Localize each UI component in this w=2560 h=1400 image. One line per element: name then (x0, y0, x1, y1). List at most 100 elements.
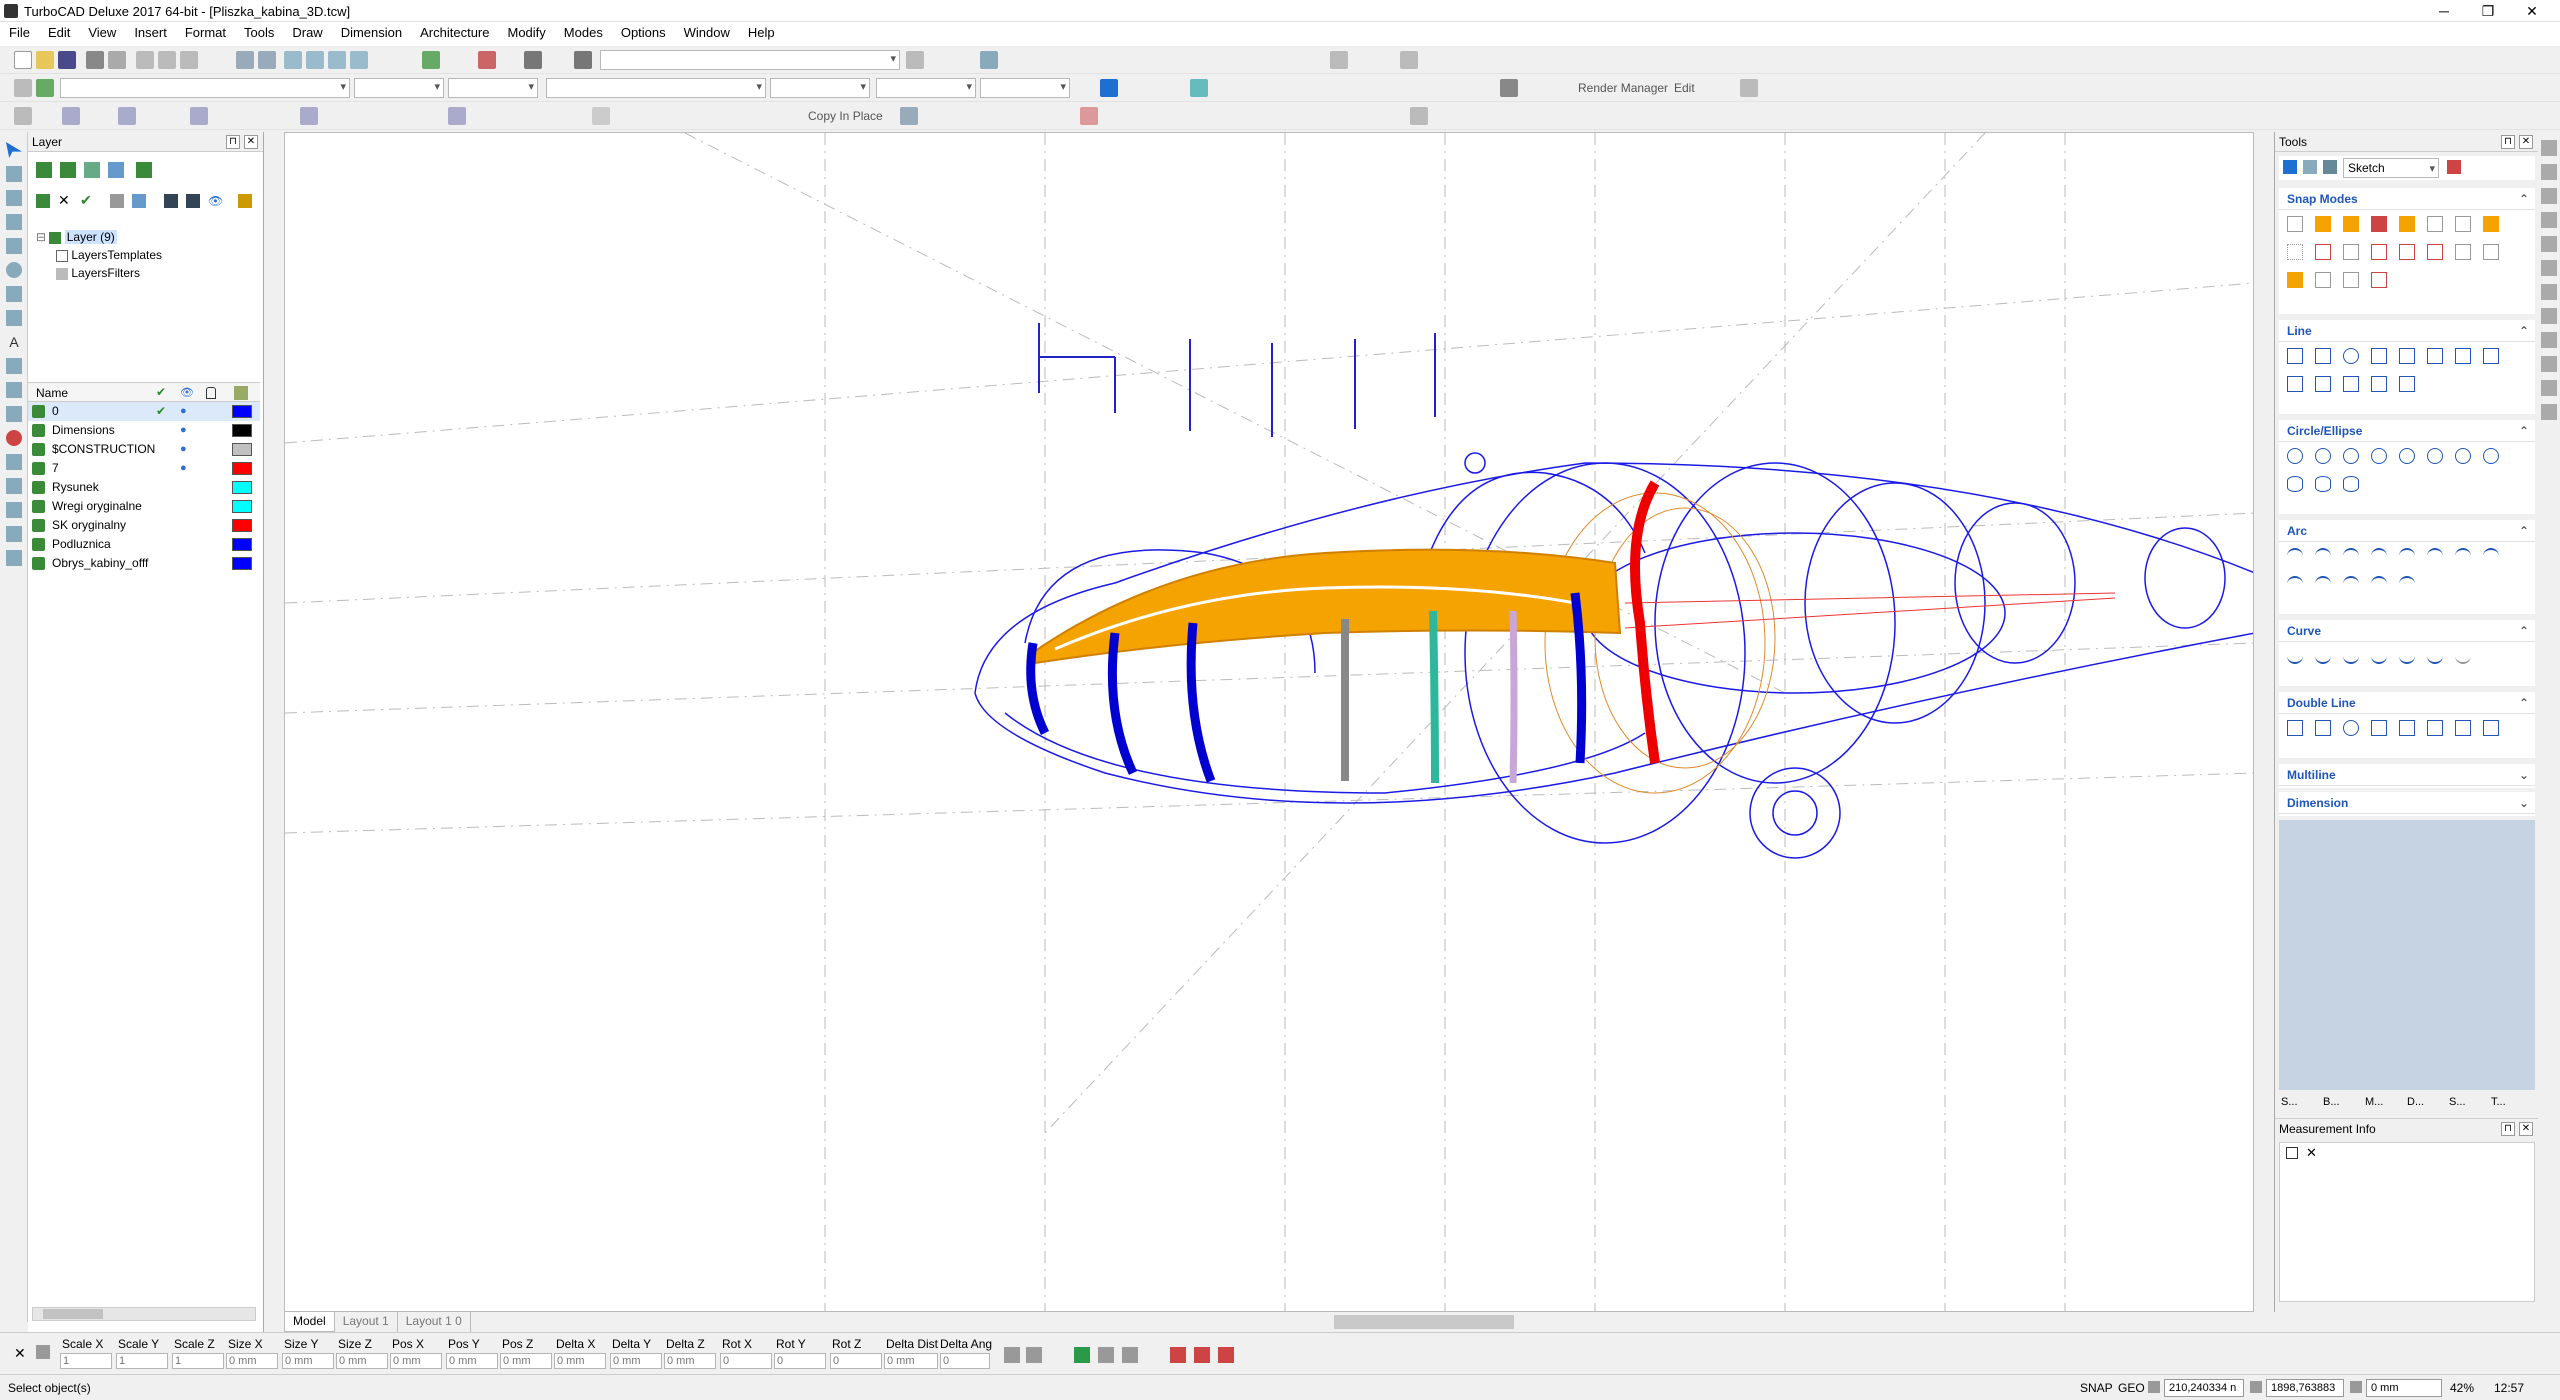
walk-icon[interactable] (2541, 212, 2557, 228)
layer-row[interactable]: Rysunek (28, 478, 260, 497)
freehand-icon[interactable] (2455, 648, 2471, 664)
section-header[interactable]: Multiline ⌄ (2279, 764, 2535, 786)
layer-set-icon[interactable] (60, 162, 76, 178)
text-icon[interactable]: A (6, 334, 22, 350)
drawing-canvas[interactable] (284, 132, 2254, 1312)
arc-double-icon[interactable] (2399, 548, 2415, 564)
layers-icon[interactable] (524, 51, 542, 69)
triangle-icon[interactable] (2371, 348, 2387, 364)
collapse-icon[interactable]: ⌃ (2519, 320, 2529, 342)
double-rect-icon[interactable] (2371, 720, 2387, 736)
3d-icon[interactable] (6, 550, 22, 566)
print-icon[interactable] (86, 51, 104, 69)
eye-icon[interactable]: ● (180, 402, 187, 421)
array-icon[interactable] (300, 107, 318, 125)
arc-quarter-icon[interactable] (2427, 548, 2443, 564)
arc-conic-icon[interactable] (2371, 576, 2387, 592)
pan-icon[interactable] (2541, 188, 2557, 204)
column-name[interactable]: Name (36, 386, 68, 400)
measurement-table-icon[interactable] (2286, 1147, 2298, 1159)
snap-intersection-icon[interactable] (2483, 216, 2499, 232)
layer-row[interactable]: 7 ● (28, 459, 260, 478)
refresh-icon[interactable] (136, 162, 152, 178)
helix-icon[interactable] (2371, 648, 2387, 664)
menu-options[interactable]: Options (612, 22, 675, 43)
render-manager-icon[interactable] (1500, 79, 1518, 97)
tab-layout-1[interactable]: Layout 1 (335, 1312, 398, 1332)
input-pos-y[interactable]: 0 mm (446, 1353, 498, 1369)
layer-template-icon[interactable] (108, 162, 124, 178)
concentric-icon[interactable] (2315, 448, 2331, 464)
layer-row[interactable]: 0 ✔ ● (28, 402, 260, 421)
circle-tan-2-icon[interactable] (2427, 448, 2443, 464)
delete-layer-icon[interactable]: ✕ (58, 192, 70, 209)
tools-close-icon[interactable]: ✕ (2519, 135, 2533, 149)
coord-y-field[interactable]: 1898,763883 (2266, 1379, 2344, 1397)
double-polyline-icon[interactable] (2427, 720, 2443, 736)
revision-cloud-icon[interactable] (2427, 648, 2443, 664)
snap-quadrant-icon[interactable] (2427, 216, 2443, 232)
tab-t[interactable]: T... (2491, 1096, 2506, 1108)
section-header[interactable]: Arc ⌃ (2279, 520, 2535, 542)
copy-icon[interactable] (158, 51, 176, 69)
layer-row[interactable]: $CONSTRUCTION ● (28, 440, 260, 459)
zoom-out-icon[interactable] (306, 51, 324, 69)
layer-hscrollbar[interactable] (32, 1307, 256, 1321)
double-polygon-icon[interactable] (2399, 720, 2415, 736)
layer-color-swatch[interactable] (232, 443, 252, 456)
snap-grid-icon[interactable] (2287, 216, 2303, 232)
scale-icon[interactable] (190, 107, 208, 125)
light-icon[interactable] (1740, 79, 1758, 97)
snap-divide-icon[interactable] (2399, 244, 2415, 260)
snap-icon[interactable] (980, 51, 998, 69)
ucs-icon[interactable] (2541, 356, 2557, 372)
input-scale-x[interactable]: 1 (60, 1353, 112, 1369)
measurement-pin-icon[interactable]: ⊓ (2501, 1122, 2515, 1136)
view-icon[interactable] (1330, 51, 1348, 69)
fillet-edge-icon[interactable] (6, 526, 22, 542)
input-size-y[interactable]: 0 mm (282, 1353, 334, 1369)
open-icon[interactable] (36, 51, 54, 69)
add-layer-icon[interactable] (36, 194, 50, 208)
arc-center-icon[interactable] (2287, 548, 2303, 564)
layer-combo[interactable] (60, 78, 350, 98)
cut-icon[interactable] (136, 51, 154, 69)
menu-draw[interactable]: Draw (283, 22, 331, 43)
irregular-polygon-icon[interactable] (2287, 376, 2303, 392)
layer-color-swatch[interactable] (232, 424, 252, 437)
column-visible-icon[interactable]: 👁 (180, 386, 194, 399)
close-button[interactable]: ✕ (2510, 0, 2554, 22)
render-manager-button[interactable]: Render Manager (1578, 81, 1668, 95)
column-current-icon[interactable]: ✔ (156, 385, 166, 399)
bisector-icon[interactable] (2371, 376, 2387, 392)
menu-file[interactable]: File (0, 22, 39, 43)
tab-d[interactable]: D... (2407, 1096, 2424, 1108)
menu-modes[interactable]: Modes (555, 22, 612, 43)
layer-color-swatch[interactable] (232, 405, 252, 418)
snap-middle-icon[interactable] (2371, 216, 2387, 232)
column-lock-icon[interactable] (206, 387, 216, 399)
tree-item-templates[interactable]: LayersTemplates (36, 246, 162, 264)
layer-color-swatch[interactable] (232, 557, 252, 570)
hatch-icon[interactable] (6, 358, 22, 374)
collapse-icon[interactable]: ⌃ (2519, 520, 2529, 542)
curve-fit-icon[interactable] (2343, 648, 2359, 664)
circle-tan-3-icon[interactable] (2455, 448, 2471, 464)
rotate-icon[interactable] (62, 107, 80, 125)
spline-icon[interactable] (6, 310, 22, 326)
line-icon[interactable] (6, 166, 22, 182)
ellipse-rotated-icon[interactable] (2315, 476, 2331, 492)
snap-tangent-icon[interactable] (2455, 216, 2471, 232)
arc-elliptical-icon[interactable] (2483, 548, 2499, 564)
copy-in-place-button[interactable]: Copy In Place (808, 109, 883, 123)
tab-m[interactable]: M... (2365, 1096, 2383, 1108)
layer-row[interactable]: Obrys_kabiny_offf (28, 554, 260, 573)
menu-architecture[interactable]: Architecture (411, 22, 498, 43)
spline-tool-icon[interactable] (2287, 648, 2303, 664)
tab-model[interactable]: Model (284, 1312, 335, 1332)
restore-button[interactable]: ❐ (2466, 0, 2510, 22)
layer-icon[interactable] (36, 79, 54, 97)
tab-b[interactable]: B... (2323, 1096, 2340, 1108)
box-icon[interactable] (1190, 79, 1208, 97)
circle-center-icon[interactable] (2287, 448, 2303, 464)
